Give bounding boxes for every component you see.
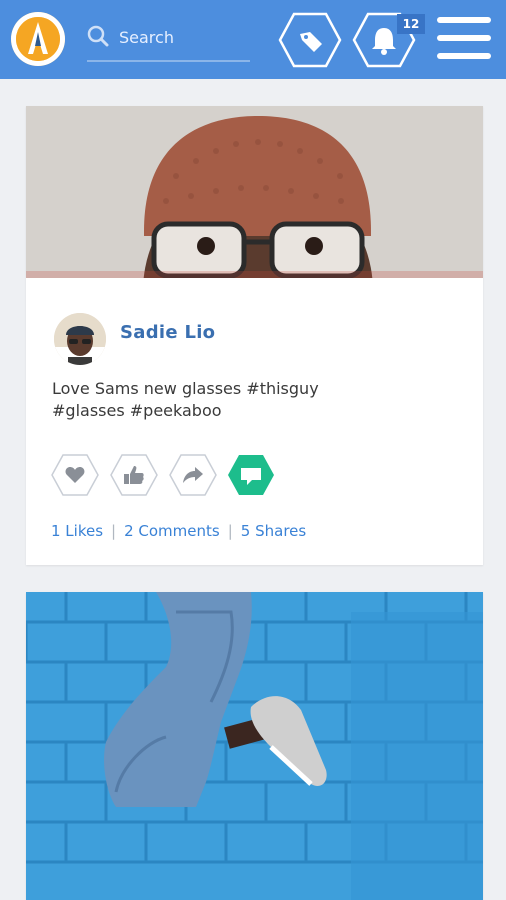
- search-bar[interactable]: [87, 18, 251, 62]
- post-image[interactable]: [26, 592, 483, 900]
- menu-button[interactable]: [437, 17, 491, 63]
- menu-icon-line: [437, 53, 491, 59]
- bell-icon: [372, 28, 396, 55]
- comment-button[interactable]: [226, 453, 276, 497]
- likes-count-link[interactable]: 1 Likes: [51, 522, 103, 540]
- post-stats: 1 Likes | 2 Comments | 5 Shares: [51, 522, 306, 540]
- search-icon: [87, 25, 109, 47]
- author-avatar[interactable]: [54, 313, 106, 365]
- post-card: Sadie Lio Love Sams new glasses #thisguy…: [26, 106, 483, 565]
- tag-icon: [300, 32, 322, 52]
- post-text: Love Sams new glasses #thisguy #glasses …: [52, 379, 319, 420]
- post-image[interactable]: [26, 106, 483, 278]
- top-navigation-bar: 12: [0, 0, 506, 79]
- menu-icon-line: [437, 35, 491, 41]
- post-card: [26, 592, 483, 900]
- search-input[interactable]: [117, 22, 251, 52]
- author-name[interactable]: Sadie Lio: [120, 322, 215, 343]
- shares-count-link[interactable]: 5 Shares: [241, 522, 306, 540]
- comments-count-link[interactable]: 2 Comments: [124, 522, 220, 540]
- thumbs-up-button[interactable]: [109, 453, 159, 497]
- stats-separator: |: [111, 522, 117, 540]
- stats-separator: |: [227, 522, 233, 540]
- tags-button[interactable]: [278, 10, 342, 70]
- app-logo[interactable]: [11, 12, 65, 66]
- like-heart-button[interactable]: [50, 453, 100, 497]
- menu-icon-line: [437, 17, 491, 23]
- share-button[interactable]: [168, 453, 218, 497]
- notification-count-badge: 12: [397, 14, 425, 34]
